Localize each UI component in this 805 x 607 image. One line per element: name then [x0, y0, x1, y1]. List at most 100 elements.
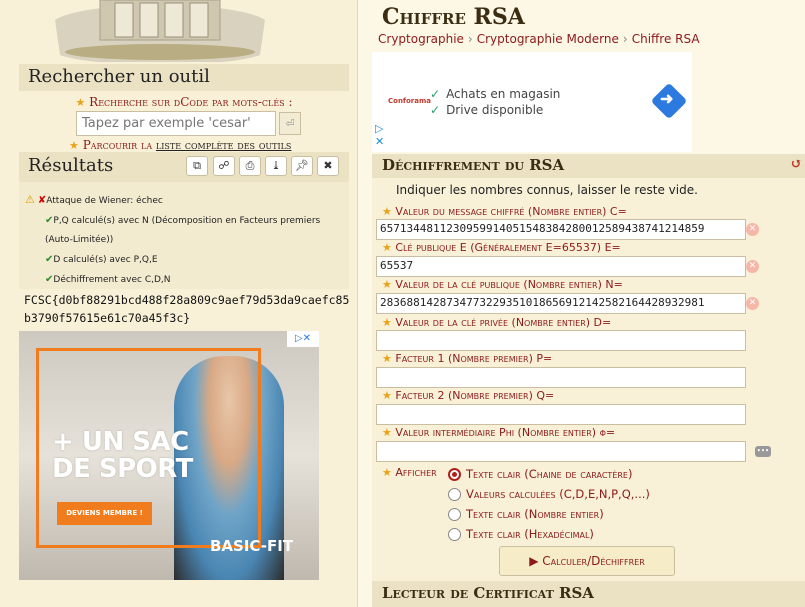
field-label-e: ★ Clé publique E (Généralement E=65537) …	[382, 241, 621, 254]
field-label-phi: ★ Valeur intermédiaire Phi (Nombre entie…	[382, 426, 615, 439]
field-label-n: ★ Valeur de la clé publique (Nombre enti…	[382, 278, 623, 291]
adchoices-icon[interactable]: ▷✕	[287, 331, 319, 347]
instructions: Indiquer les nombres connus, laisser le …	[396, 183, 698, 197]
field-label-q: ★ Facteur 2 (Nombre premier) Q=	[382, 389, 554, 402]
clear-icon[interactable]: ✕	[746, 260, 759, 273]
clear-icon[interactable]: ✕	[746, 297, 759, 310]
display-label-text: Afficher	[395, 466, 437, 479]
field-label-text: Valeur de la clé publique (Nombre entier…	[395, 278, 623, 291]
clear-icon[interactable]: ✕	[746, 223, 759, 236]
results-panel: Résultats ⧉ ☍ ⎙ ⤓ 📌︎ ✖ ⚠ ✘Attaque de Wien…	[19, 152, 349, 289]
print-icon[interactable]: ⎙	[239, 156, 261, 176]
field-label-text: Valeur de la clé privée (Nombre entier) …	[395, 316, 612, 329]
ad-headline-1: + UN SAC	[52, 427, 189, 457]
star-icon: ★	[382, 389, 392, 402]
copy-icon[interactable]: ⧉	[186, 156, 208, 176]
ad-line-text: Achats en magasin	[446, 87, 561, 101]
warning-icon: ⚠	[25, 193, 35, 206]
radio-label[interactable]: Texte clair (Hexadécimal)	[466, 527, 594, 541]
radio-plaintext-integer[interactable]	[448, 508, 461, 521]
adchoices-icon[interactable]: ▷✕	[375, 122, 384, 148]
factor-p-input[interactable]	[376, 367, 746, 388]
radio-plaintext-hex[interactable]	[448, 528, 461, 541]
star-icon: ★	[382, 352, 392, 365]
field-label-text: Valeur du message chiffré (Nombre entier…	[395, 205, 627, 218]
advertisement-basic-fit[interactable]: + UN SAC DE SPORT DEVIENS MEMBRE ! BASIC…	[19, 331, 319, 580]
ad-cta-button[interactable]: DEVIENS MEMBRE !	[57, 502, 152, 525]
decrypt-panel-header: Déchiffrement du RSA ↺	[372, 154, 805, 178]
download-icon[interactable]: ⤓	[265, 156, 287, 176]
reload-icon[interactable]: ↺	[790, 156, 802, 172]
results-log: ⚠ ✘Attaque de Wiener: échec ✔P,Q calculé(…	[19, 182, 349, 289]
keyword-search-label-row: ★ Recherche sur dCode par mots-clés :	[19, 95, 349, 109]
field-label-text: Facteur 1 (Nombre premier) P=	[395, 352, 553, 365]
search-submit-icon[interactable]: ⏎	[279, 112, 301, 135]
ad-brand-logo: BASIC-FIT	[210, 537, 294, 555]
search-tool-title: Rechercher un outil	[19, 64, 349, 91]
result-text: P,Q calculé(s) avec N (Décomposition en …	[53, 216, 321, 226]
breadcrumb-separator: ›	[622, 32, 628, 46]
public-exponent-e-input[interactable]: 65537	[376, 256, 746, 277]
breadcrumb-separator: ›	[467, 32, 473, 46]
check-icon: ✓	[430, 103, 441, 117]
result-line: ✔D calculé(s) avec P,Q,E	[25, 250, 343, 270]
search-row: ⏎	[76, 111, 302, 136]
close-icon[interactable]: ✖	[317, 156, 339, 176]
phi-input[interactable]	[376, 441, 746, 462]
fail-icon: ✘	[37, 195, 47, 206]
page-title: Chiffre RSA	[382, 4, 525, 30]
modulus-n-input[interactable]: 2836881428734773229351018656912142582164…	[376, 293, 746, 314]
decrypted-output[interactable]: FCSC{d0bf88291bcd488f28a809c9aef79d53da9…	[24, 291, 354, 327]
star-icon: ★	[382, 316, 392, 329]
result-line: ✔P,Q calculé(s) avec N (Décomposition en…	[25, 211, 343, 231]
sidebar: Rechercher un outil ★ Recherche sur dCod…	[0, 0, 357, 607]
ad-line: ✓ Drive disponible	[430, 103, 543, 117]
factor-q-input[interactable]	[376, 404, 746, 425]
result-text: (Auto-Limitée))	[45, 235, 114, 245]
field-label-c: ★ Valeur du message chiffré (Nombre enti…	[382, 205, 627, 218]
check-icon: ✓	[430, 87, 441, 101]
browse-prefix: Parcourir la	[82, 138, 156, 152]
ad-line-text: Drive disponible	[446, 103, 544, 117]
arrow-icon: ➜	[660, 89, 674, 108]
breadcrumb-item[interactable]: Cryptographie	[378, 32, 464, 46]
breadcrumb-item[interactable]: Cryptographie Moderne	[477, 32, 619, 46]
results-title: Résultats	[28, 155, 114, 176]
compute-decrypt-button[interactable]: ▶ Calculer/Déchiffrer	[499, 546, 675, 576]
rsa-certificate-reader-header[interactable]: Lecteur de Certificat RSA	[372, 581, 805, 607]
star-icon: ★	[382, 241, 392, 254]
search-input[interactable]	[76, 111, 276, 136]
radio-label[interactable]: Texte clair (Chaine de caractère)	[466, 467, 632, 481]
results-header: Résultats ⧉ ☍ ⎙ ⤓ 📌︎ ✖	[19, 152, 349, 182]
ad-line: ✓ Achats en magasin	[430, 87, 560, 101]
keyword-search-label: Recherche sur dCode par mots-clés :	[89, 95, 293, 109]
browse-tools-link[interactable]: liste complète des outils	[156, 138, 291, 152]
radio-plaintext-string[interactable]	[448, 468, 461, 481]
result-text: Attaque de Wiener: échec	[46, 196, 163, 206]
ciphertext-c-input[interactable]: 6571344811230959914051548384280012589438…	[376, 219, 746, 240]
star-icon: ★	[75, 96, 86, 109]
field-label-text: Facteur 2 (Nombre premier) Q=	[395, 389, 555, 402]
pin-icon[interactable]: 📌︎	[291, 156, 313, 176]
result-text: Déchiffrement avec C,D,N	[53, 275, 171, 285]
decrypt-panel-title: Déchiffrement du RSA	[382, 156, 565, 174]
star-icon: ★	[382, 278, 392, 291]
advertisement-conforama[interactable]: Conforama ✓ Achats en magasin ✓ Drive disp…	[372, 52, 692, 152]
browse-tools-row: ★ Parcourir la liste complète des outils	[69, 138, 291, 152]
breadcrumb-item[interactable]: Chiffre RSA	[632, 32, 700, 46]
share-icon[interactable]: ☍	[213, 156, 235, 176]
breadcrumb: Cryptographie › Cryptographie Moderne › Chif…	[378, 32, 700, 46]
radio-label[interactable]: Texte clair (Nombre entier)	[466, 507, 604, 521]
radio-label[interactable]: Valeurs calculées (C,D,E,N,P,Q,...)	[466, 487, 650, 501]
result-line: (Auto-Limitée))	[25, 231, 343, 250]
radio-computed-values[interactable]	[448, 488, 461, 501]
field-label-text: Clé publique E (Généralement E=65537) E=	[395, 241, 621, 254]
display-label: ★ Afficher	[382, 466, 437, 479]
rsa-decrypt-panel: Déchiffrement du RSA ↺ Indiquer les nomb…	[372, 154, 805, 581]
result-line: ⚠ ✘Attaque de Wiener: échec	[25, 190, 343, 211]
private-key-d-input[interactable]	[376, 330, 746, 351]
field-label-p: ★ Facteur 1 (Nombre premier) P=	[382, 352, 552, 365]
star-icon: ★	[382, 466, 392, 479]
comment-icon[interactable]: •••	[755, 446, 771, 457]
result-text: D calculé(s) avec P,Q,E	[53, 255, 158, 265]
